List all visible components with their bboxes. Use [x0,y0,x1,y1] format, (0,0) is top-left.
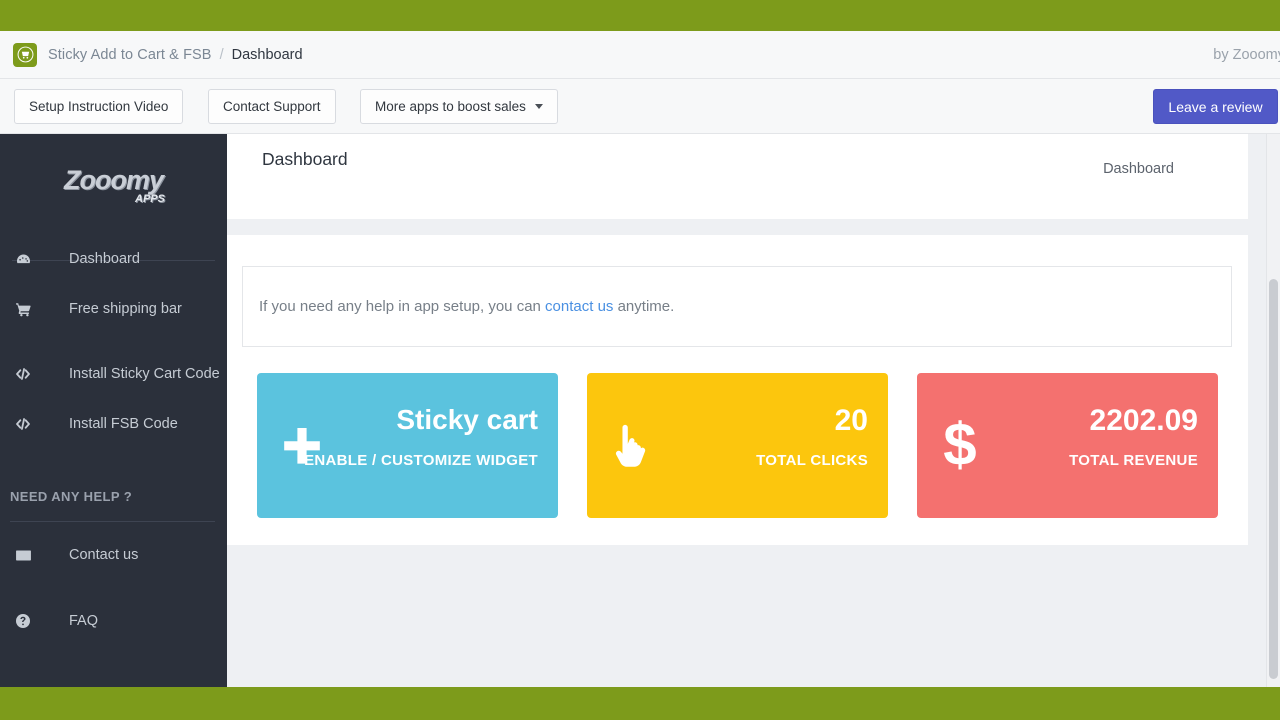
sidebar-item-contact-us-label: Contact us [69,547,139,563]
speedometer-icon [6,251,40,268]
dollar-sign-icon: $ [939,416,981,476]
sidebar-item-install-fsb-code[interactable]: Install FSB Code [0,409,227,439]
question-circle-icon [6,613,40,629]
card-sticky-cart[interactable]: Sticky cart ENABLE / CUSTOMIZE WIDGET [257,373,558,518]
sidebar-item-install-fsb-code-label: Install FSB Code [69,416,178,432]
pointing-hand-icon [609,422,653,470]
content-panel: If you need any help in app setup, you c… [227,235,1248,545]
setup-instruction-video-label: Setup Instruction Video [29,99,169,114]
sidebar-item-faq[interactable]: FAQ [0,606,227,636]
shopping-cart-icon [6,301,40,318]
contact-us-link[interactable]: contact us [545,298,613,315]
breadcrumb-current: Dashboard [231,46,303,63]
sidebar-logo: Zooomy APPS [0,134,227,226]
page-header: Dashboard Dashboard [227,134,1248,219]
sidebar-item-dashboard-label: Dashboard [69,251,140,267]
card-sticky-cart-value: Sticky cart [396,404,538,435]
more-apps-dropdown[interactable]: More apps to boost sales [360,89,558,124]
help-notice-prefix: If you need any help in app setup, you c… [259,298,546,315]
sidebar-logo-sub: APPS [135,192,165,205]
help-notice-text: If you need any help in app setup, you c… [259,298,674,315]
vertical-scrollbar-track[interactable] [1266,134,1280,687]
sidebar-logo-text: Zooomy [64,164,164,195]
bottom-green-bar [0,687,1280,720]
sidebar-item-dashboard[interactable]: Dashboard [0,244,227,274]
sidebar: Zooomy APPS Dashboard Free shipping bar … [0,134,227,687]
sidebar-item-contact-us[interactable]: Contact us [0,540,227,570]
code-icon [6,365,40,383]
more-apps-label: More apps to boost sales [375,99,526,114]
byline: by Zooomy [1213,46,1280,63]
card-total-clicks-value: 20 [834,404,868,437]
code-icon [6,415,40,433]
card-total-clicks-label: TOTAL CLICKS [756,452,868,469]
sidebar-item-install-sticky-cart-code[interactable]: Install Sticky Cart Code [0,359,227,389]
page-title: Dashboard [262,149,348,169]
contact-support-label: Contact Support [223,99,321,114]
help-notice: If you need any help in app setup, you c… [242,266,1232,347]
card-sticky-cart-label: ENABLE / CUSTOMIZE WIDGET [304,452,538,469]
svg-text:$: $ [943,416,976,476]
card-total-revenue[interactable]: $ 2202.09 TOTAL REVENUE [917,373,1218,518]
breadcrumb-separator: / [219,46,224,63]
sidebar-help-heading: NEED ANY HELP ? [10,489,133,504]
vertical-scrollbar-thumb[interactable] [1269,279,1278,679]
shopping-cart-badge-icon [13,42,37,67]
help-notice-suffix: anytime. [613,298,675,315]
toolbar [0,79,1280,134]
card-total-revenue-value: 2202.09 [1089,404,1198,437]
sidebar-help-divider [10,521,215,522]
top-green-bar [0,0,1280,31]
setup-instruction-video-button[interactable]: Setup Instruction Video [14,89,184,124]
contact-support-button[interactable]: Contact Support [208,89,336,124]
app-root: Sticky Add to Cart & FSB / Dashboard by … [0,0,1280,720]
breadcrumb-app-name[interactable]: Sticky Add to Cart & FSB [48,47,212,63]
leave-a-review-label: Leave a review [1168,98,1263,115]
sidebar-item-faq-label: FAQ [69,613,99,629]
leave-a-review-button[interactable]: Leave a review [1153,89,1278,124]
sidebar-item-install-sticky-cart-code-label: Install Sticky Cart Code [69,366,220,382]
sidebar-item-free-shipping-bar[interactable]: Free shipping bar [0,294,227,324]
card-total-revenue-label: TOTAL REVENUE [1069,452,1198,469]
chevron-down-icon [534,104,543,109]
page-breadcrumb: Dashboard [1103,161,1174,177]
card-total-clicks[interactable]: 20 TOTAL CLICKS [587,373,888,518]
envelope-icon [6,547,40,564]
stat-cards: Sticky cart ENABLE / CUSTOMIZE WIDGET 20… [257,373,1218,518]
sidebar-item-free-shipping-bar-label: Free shipping bar [69,301,182,317]
breadcrumb-bar: Sticky Add to Cart & FSB / Dashboard by … [0,31,1280,79]
